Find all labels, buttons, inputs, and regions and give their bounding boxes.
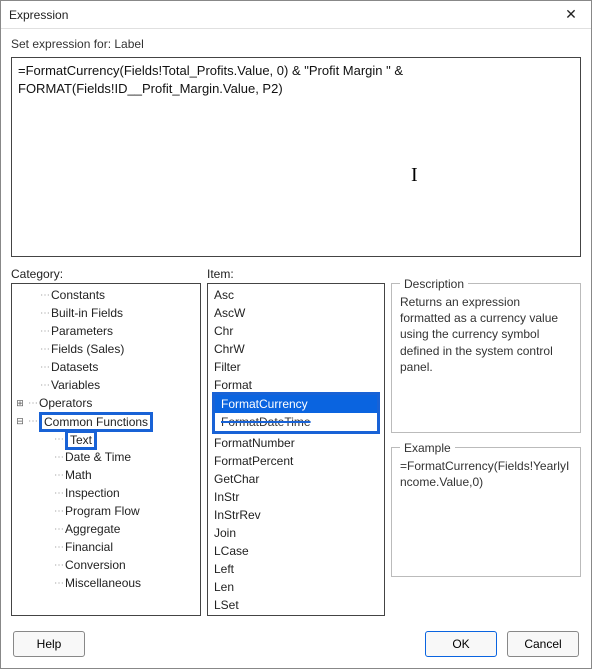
item-row[interactable]: LTrim bbox=[208, 614, 384, 616]
tree-connector-icon: ⋯ bbox=[54, 506, 63, 517]
category-node[interactable]: ⋯Program Flow bbox=[12, 502, 200, 520]
category-node-label: Date & Time bbox=[65, 450, 131, 464]
category-column: Category: ⋯Constants⋯Built-in Fields⋯Par… bbox=[11, 267, 201, 616]
category-node[interactable]: ⋯ Text bbox=[12, 430, 200, 448]
item-row[interactable]: AscW bbox=[208, 304, 384, 322]
item-row[interactable]: LCase bbox=[208, 542, 384, 560]
item-row[interactable]: Chr bbox=[208, 322, 384, 340]
info-column: Description Returns an expression format… bbox=[391, 267, 581, 616]
category-node[interactable]: ⋯Miscellaneous bbox=[12, 574, 200, 592]
category-tree[interactable]: ⋯Constants⋯Built-in Fields⋯Parameters⋯Fi… bbox=[11, 283, 201, 616]
example-legend: Example bbox=[400, 440, 455, 456]
tree-connector-icon: ⋯ bbox=[40, 326, 49, 337]
collapse-icon[interactable]: ⊟ bbox=[14, 416, 26, 427]
item-row[interactable]: Filter bbox=[208, 358, 384, 376]
category-label: Category: bbox=[11, 267, 201, 281]
help-button[interactable]: Help bbox=[13, 631, 85, 657]
item-row[interactable]: Join bbox=[208, 524, 384, 542]
item-row[interactable]: LSet bbox=[208, 596, 384, 614]
tree-connector-icon: ⋯ bbox=[54, 452, 63, 463]
cancel-button[interactable]: Cancel bbox=[507, 631, 579, 657]
set-expression-for-label: Set expression for: Label bbox=[11, 37, 581, 51]
category-node[interactable]: ⋯Inspection bbox=[12, 484, 200, 502]
category-node[interactable]: ⋯Aggregate bbox=[12, 520, 200, 538]
category-node[interactable]: ⋯Date & Time bbox=[12, 448, 200, 466]
tree-connector-icon: ⋯ bbox=[28, 398, 37, 409]
category-node-label: Program Flow bbox=[65, 504, 140, 518]
example-groupbox: Example =FormatCurrency(Fields!YearlyInc… bbox=[391, 447, 581, 577]
item-row[interactable]: Asc bbox=[208, 286, 384, 304]
category-node[interactable]: ⋯Constants bbox=[12, 286, 200, 304]
highlight-box: Common Functions bbox=[39, 412, 153, 432]
item-row[interactable]: FormatCurrency bbox=[215, 395, 377, 413]
item-row[interactable]: InStrRev bbox=[208, 506, 384, 524]
description-text: Returns an expression formatted as a cur… bbox=[400, 294, 572, 375]
item-row[interactable]: FormatDateTime bbox=[215, 413, 377, 431]
expression-dialog: Expression ✕ Set expression for: Label I… bbox=[0, 0, 592, 669]
category-node-label: Built-in Fields bbox=[51, 306, 123, 320]
tree-connector-icon: ⋯ bbox=[40, 344, 49, 355]
category-node[interactable]: ⊞⋯Operators bbox=[12, 394, 200, 412]
dialog-footer: Help OK Cancel bbox=[1, 620, 591, 668]
category-node-label: Constants bbox=[51, 288, 105, 302]
item-row[interactable]: FormatPercent bbox=[208, 452, 384, 470]
close-icon[interactable]: ✕ bbox=[559, 3, 583, 27]
category-node-label: Miscellaneous bbox=[65, 576, 141, 590]
category-node-label: Datasets bbox=[51, 360, 98, 374]
ok-button[interactable]: OK bbox=[425, 631, 497, 657]
tree-connector-icon: ⋯ bbox=[54, 578, 63, 589]
category-node-label: Inspection bbox=[65, 486, 120, 500]
tree-connector-icon: ⋯ bbox=[54, 524, 63, 535]
description-legend: Description bbox=[400, 276, 468, 292]
tree-connector-icon: ⋯ bbox=[54, 488, 63, 499]
expand-icon[interactable]: ⊞ bbox=[14, 398, 26, 409]
category-node-label: Text bbox=[70, 433, 92, 447]
tree-connector-icon: ⋯ bbox=[40, 362, 49, 373]
category-node[interactable]: ⋯Parameters bbox=[12, 322, 200, 340]
item-label: Item: bbox=[207, 267, 385, 281]
category-node-label: Fields (Sales) bbox=[51, 342, 124, 356]
tree-connector-icon: ⋯ bbox=[40, 380, 49, 391]
category-node[interactable]: ⋯Variables bbox=[12, 376, 200, 394]
tree-connector-icon: ⋯ bbox=[54, 542, 63, 553]
category-node[interactable]: ⋯Conversion bbox=[12, 556, 200, 574]
item-row[interactable]: Len bbox=[208, 578, 384, 596]
tree-connector-icon: ⋯ bbox=[40, 290, 49, 301]
category-node[interactable]: ⊟⋯ Common Functions bbox=[12, 412, 200, 430]
window-title: Expression bbox=[9, 8, 559, 22]
tree-connector-icon: ⋯ bbox=[40, 308, 49, 319]
item-column: Item: AscAscWChrChrWFilterFormatFormatCu… bbox=[207, 267, 385, 616]
tree-connector-icon: ⋯ bbox=[54, 470, 63, 481]
category-node-label: Financial bbox=[65, 540, 113, 554]
category-node-label: Conversion bbox=[65, 558, 126, 572]
tree-connector-icon: ⋯ bbox=[28, 416, 37, 427]
item-row[interactable]: FormatNumber bbox=[208, 434, 384, 452]
example-text: =FormatCurrency(Fields!YearlyIncome.Valu… bbox=[400, 458, 572, 490]
category-node[interactable]: ⋯Built-in Fields bbox=[12, 304, 200, 322]
titlebar: Expression ✕ bbox=[1, 1, 591, 29]
category-node-label: Parameters bbox=[51, 324, 113, 338]
category-node-label: Aggregate bbox=[65, 522, 120, 536]
category-node-label: Common Functions bbox=[44, 415, 148, 429]
description-groupbox: Description Returns an expression format… bbox=[391, 283, 581, 433]
highlight-box: FormatCurrencyFormatDateTime bbox=[212, 392, 380, 434]
tree-connector-icon: ⋯ bbox=[54, 560, 63, 571]
item-row[interactable]: ChrW bbox=[208, 340, 384, 358]
expression-textarea[interactable] bbox=[11, 57, 581, 257]
item-row[interactable]: Left bbox=[208, 560, 384, 578]
panels-row: Category: ⋯Constants⋯Built-in Fields⋯Par… bbox=[11, 267, 581, 616]
category-node[interactable]: ⋯Fields (Sales) bbox=[12, 340, 200, 358]
dialog-content: Set expression for: Label I Category: ⋯C… bbox=[1, 29, 591, 620]
tree-connector-icon: ⋯ bbox=[54, 434, 63, 445]
category-node-label: Math bbox=[65, 468, 92, 482]
category-node[interactable]: ⋯Financial bbox=[12, 538, 200, 556]
item-row[interactable]: GetChar bbox=[208, 470, 384, 488]
highlight-box: Text bbox=[65, 430, 97, 450]
item-row[interactable]: InStr bbox=[208, 488, 384, 506]
item-listbox[interactable]: AscAscWChrChrWFilterFormatFormatCurrency… bbox=[207, 283, 385, 616]
category-node[interactable]: ⋯Datasets bbox=[12, 358, 200, 376]
category-node-label: Operators bbox=[39, 396, 92, 410]
category-node-label: Variables bbox=[51, 378, 100, 392]
category-node[interactable]: ⋯Math bbox=[12, 466, 200, 484]
